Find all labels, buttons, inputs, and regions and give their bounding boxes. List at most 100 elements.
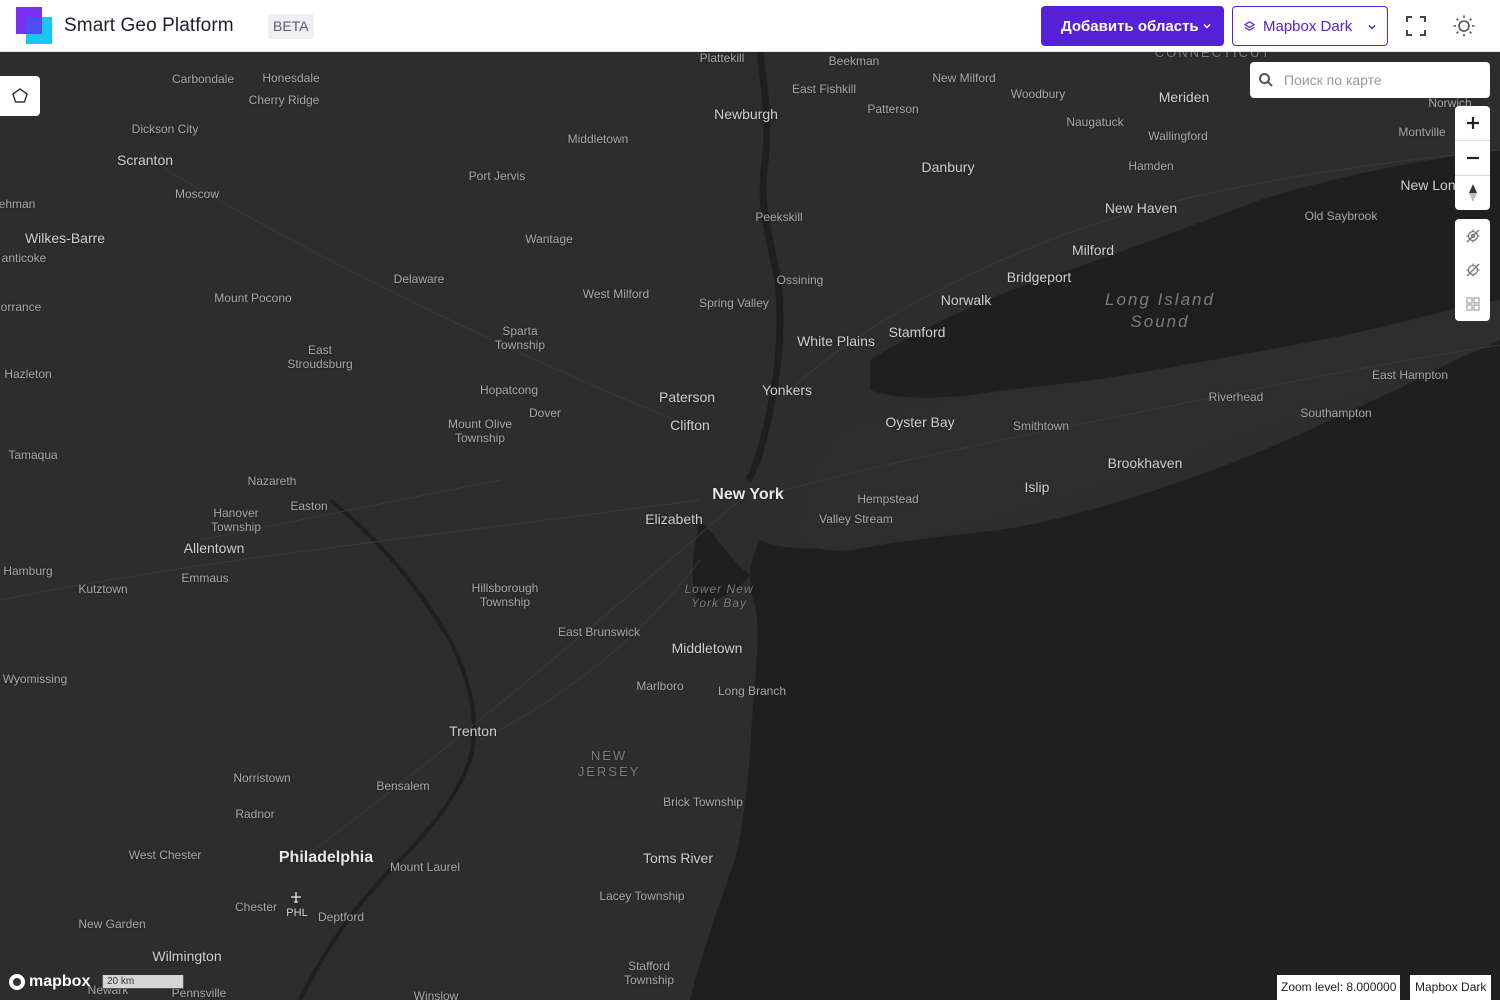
place-label: Hillsborough Township bbox=[471, 581, 539, 609]
place-label: Wilkes-Barre bbox=[24, 230, 106, 246]
place-label: Long Island Sound bbox=[1105, 290, 1215, 331]
add-area-button[interactable]: Добавить область bbox=[1041, 6, 1224, 46]
plus-icon bbox=[1466, 117, 1479, 129]
place-label: New York bbox=[712, 486, 784, 503]
place-label: Mount Olive Township bbox=[447, 417, 513, 445]
place-label: Sparta Township bbox=[494, 324, 546, 352]
mapbox-logo-icon bbox=[9, 974, 25, 990]
place-label: Mount Laurel bbox=[389, 860, 461, 874]
place-label: Wantage bbox=[525, 232, 573, 246]
place-label: Smithtown bbox=[1012, 419, 1070, 433]
place-label: Beekman bbox=[828, 54, 880, 68]
place-label: Wyomissing bbox=[2, 672, 68, 686]
place-label: Bensalem bbox=[376, 779, 430, 793]
place-label: Wilmington bbox=[152, 948, 222, 964]
place-label: Patterson bbox=[867, 102, 919, 116]
mapbox-wordmark: mapbox bbox=[29, 973, 91, 990]
fullscreen-icon[interactable] bbox=[1404, 14, 1428, 38]
place-label: Oyster Bay bbox=[885, 414, 955, 430]
place-label: Milford bbox=[1071, 242, 1115, 258]
place-label: Easton bbox=[290, 499, 328, 513]
place-label: Elizabeth bbox=[645, 511, 703, 527]
theme-toggle-sun-icon[interactable] bbox=[1452, 14, 1476, 38]
search-icon bbox=[1259, 73, 1273, 87]
search-input[interactable] bbox=[1284, 68, 1482, 92]
place-label: Norristown bbox=[233, 771, 291, 785]
place-label: anticoke bbox=[1, 251, 47, 265]
grid-icon bbox=[1465, 297, 1480, 311]
place-label: ehman bbox=[0, 197, 36, 211]
layers-icon bbox=[1243, 21, 1256, 31]
place-label: orrance bbox=[0, 300, 42, 314]
place-label: Nazareth bbox=[247, 474, 297, 488]
place-label: Ossining bbox=[776, 273, 824, 287]
compass-icon bbox=[1468, 184, 1477, 202]
place-label: Toms River bbox=[642, 850, 714, 866]
place-label: Riverhead bbox=[1208, 390, 1264, 404]
place-label: Radnor bbox=[235, 807, 275, 821]
grid-button[interactable] bbox=[1455, 287, 1490, 321]
location-off-icon bbox=[1466, 229, 1479, 243]
draw-polygon-button[interactable] bbox=[0, 76, 40, 116]
geolocate-button[interactable] bbox=[1455, 253, 1490, 287]
place-label: Valley Stream bbox=[819, 512, 893, 526]
place-label: Southampton bbox=[1300, 406, 1372, 420]
place-label: Meriden bbox=[1158, 89, 1210, 105]
place-label: Winslow bbox=[413, 989, 459, 1000]
place-label: Spring Valley bbox=[699, 296, 769, 310]
place-label: New Haven bbox=[1104, 200, 1178, 216]
place-label: Emmaus bbox=[181, 571, 229, 585]
chevron-down-icon bbox=[1203, 23, 1211, 29]
place-label: Hamden bbox=[1128, 159, 1174, 173]
locate-disabled-button[interactable] bbox=[1455, 219, 1490, 253]
compass-button[interactable] bbox=[1455, 176, 1490, 210]
place-label: Marlboro bbox=[636, 679, 684, 693]
place-label: Hanover Township bbox=[210, 506, 262, 534]
place-label: Yonkers bbox=[761, 382, 813, 398]
place-label: Deptford bbox=[317, 910, 365, 924]
place-label: Dickson City bbox=[131, 122, 199, 136]
app-logo[interactable] bbox=[16, 7, 52, 44]
style-name-readout: Mapbox Dark bbox=[1410, 975, 1492, 1000]
place-label: Peekskill bbox=[755, 210, 803, 224]
place-label: Philadelphia bbox=[278, 849, 374, 866]
place-label: New Garden bbox=[78, 917, 146, 931]
zoom-controls bbox=[1455, 106, 1490, 210]
place-label: Middletown bbox=[671, 640, 743, 656]
place-label: Hempstead bbox=[857, 492, 919, 506]
crosshair-off-icon bbox=[1466, 263, 1479, 277]
place-label: Tamaqua bbox=[8, 448, 58, 462]
place-label: Long Branch bbox=[717, 684, 787, 698]
place-label: Islip bbox=[1024, 479, 1050, 495]
place-label: Middletown bbox=[567, 132, 629, 146]
airport-icon bbox=[291, 892, 301, 903]
map-canvas[interactable]: Plattekill Beekman CONNECTICUT New Milford C… bbox=[0, 52, 1500, 1000]
place-label: Kutztown bbox=[78, 582, 128, 596]
place-label: Newburgh bbox=[714, 106, 778, 122]
place-label: New Milford bbox=[932, 71, 996, 85]
zoom-in-button[interactable] bbox=[1455, 106, 1490, 140]
place-label: Chester bbox=[234, 900, 278, 914]
place-label: Hopatcong bbox=[479, 383, 539, 397]
add-area-label: Добавить область bbox=[1061, 17, 1199, 35]
scale-bar: 20 km bbox=[102, 975, 184, 989]
chevron-down-icon bbox=[1368, 24, 1376, 30]
place-label: Moscow bbox=[174, 187, 220, 201]
map-style-dropdown[interactable]: Mapbox Dark bbox=[1232, 6, 1388, 46]
zoom-out-button[interactable] bbox=[1455, 141, 1490, 175]
place-label: Old Saybrook bbox=[1304, 209, 1378, 223]
place-label: Brookhaven bbox=[1107, 455, 1183, 471]
pentagon-icon bbox=[12, 88, 28, 103]
place-label: Naugatuck bbox=[1066, 115, 1124, 129]
mapbox-logo[interactable]: mapbox bbox=[8, 972, 90, 992]
place-label: CONNECTICUT bbox=[1154, 52, 1272, 60]
place-label: Bridgeport bbox=[1006, 269, 1072, 285]
place-label: Danbury bbox=[921, 159, 975, 175]
place-label: Lacey Township bbox=[599, 889, 685, 903]
place-label: Paterson bbox=[658, 389, 716, 405]
place-label: East Stroudsburg bbox=[287, 343, 353, 371]
place-label: Wallingford bbox=[1148, 129, 1208, 143]
place-label: Montville bbox=[1398, 125, 1446, 139]
app-header: Smart Geo Platform BETA Добавить область… bbox=[0, 0, 1500, 52]
place-label: Norwalk bbox=[940, 292, 992, 308]
